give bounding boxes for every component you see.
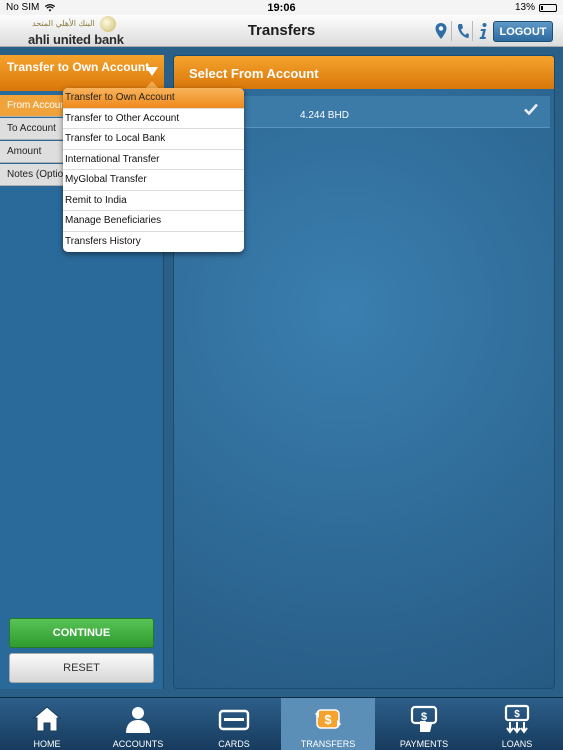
checkmark-icon [524, 103, 538, 115]
battery-percent: 13% [514, 2, 535, 13]
svg-text:$: $ [324, 712, 332, 727]
tab-cards[interactable]: CARDS [187, 698, 281, 750]
transfer-type-menu: Transfer to Own Account Transfer to Othe… [63, 88, 244, 252]
carrier-label: No SIM [6, 2, 40, 13]
payment-icon: $ [410, 705, 438, 732]
person-icon [126, 707, 150, 733]
tab-label: TRANSFERS [300, 739, 356, 749]
reset-button[interactable]: RESET [9, 653, 154, 683]
app-header: البنك الأهلي المتحد ahli united bank Tra… [0, 15, 563, 47]
bank-logo[interactable]: البنك الأهلي المتحد ahli united bank [28, 16, 128, 47]
logo-arabic-text: البنك الأهلي المتحد [32, 19, 95, 28]
menu-item-international[interactable]: International Transfer [63, 150, 244, 170]
tab-accounts[interactable]: ACCOUNTS [91, 698, 185, 750]
account-balance: 4.244 BHD [300, 110, 349, 121]
menu-item-transfers-history[interactable]: Transfers History [63, 232, 244, 253]
status-bar: No SIM 19:06 13% [0, 0, 563, 15]
tab-label: CARDS [218, 739, 250, 749]
tab-label: ACCOUNTS [112, 739, 164, 749]
info-icon[interactable] [476, 22, 490, 40]
continue-button[interactable]: CONTINUE [9, 618, 154, 648]
tab-label: HOME [33, 739, 61, 749]
phone-icon[interactable] [456, 22, 470, 40]
bottom-tab-bar: HOME ACCOUNTS CARDS $ TRANSFERS $ PAYMEN… [0, 697, 563, 750]
logout-button[interactable]: LOGOUT [493, 21, 553, 42]
menu-item-remit-india[interactable]: Remit to India [63, 191, 244, 211]
wifi-icon [45, 3, 56, 11]
menu-item-myglobal[interactable]: MyGlobal Transfer [63, 170, 244, 191]
panel-title: Select From Account [174, 56, 554, 89]
tab-transfers[interactable]: $ TRANSFERS [281, 698, 375, 750]
header-divider [451, 21, 452, 41]
tab-home[interactable]: HOME [0, 698, 94, 750]
location-pin-icon[interactable] [434, 22, 448, 40]
tab-label: LOANS [501, 739, 533, 749]
menu-item-local-bank[interactable]: Transfer to Local Bank [63, 129, 244, 150]
battery-icon [539, 3, 557, 12]
tab-payments[interactable]: $ PAYMENTS [377, 698, 471, 750]
transfer-type-label: Transfer to Own Account [7, 60, 150, 74]
header-divider [472, 21, 473, 41]
clock: 19:06 [267, 1, 296, 14]
svg-text:$: $ [514, 709, 520, 720]
transfer-type-selector[interactable]: Transfer to Own Account [0, 55, 164, 91]
home-icon [32, 706, 62, 732]
tab-label: PAYMENTS [399, 739, 449, 749]
menu-item-manage-beneficiaries[interactable]: Manage Beneficiaries [63, 211, 244, 232]
transfer-icon: $ [315, 709, 341, 729]
tab-loans[interactable]: $ LOANS [470, 698, 563, 750]
loan-icon: $ [504, 704, 530, 734]
menu-item-other-account[interactable]: Transfer to Other Account [63, 109, 244, 129]
logo-mark-icon [100, 16, 116, 32]
menu-item-own-account[interactable]: Transfer to Own Account [63, 88, 244, 109]
dropdown-arrow-icon[interactable] [146, 67, 158, 76]
logo-name: ahli united bank [28, 32, 124, 47]
card-icon [218, 709, 250, 731]
